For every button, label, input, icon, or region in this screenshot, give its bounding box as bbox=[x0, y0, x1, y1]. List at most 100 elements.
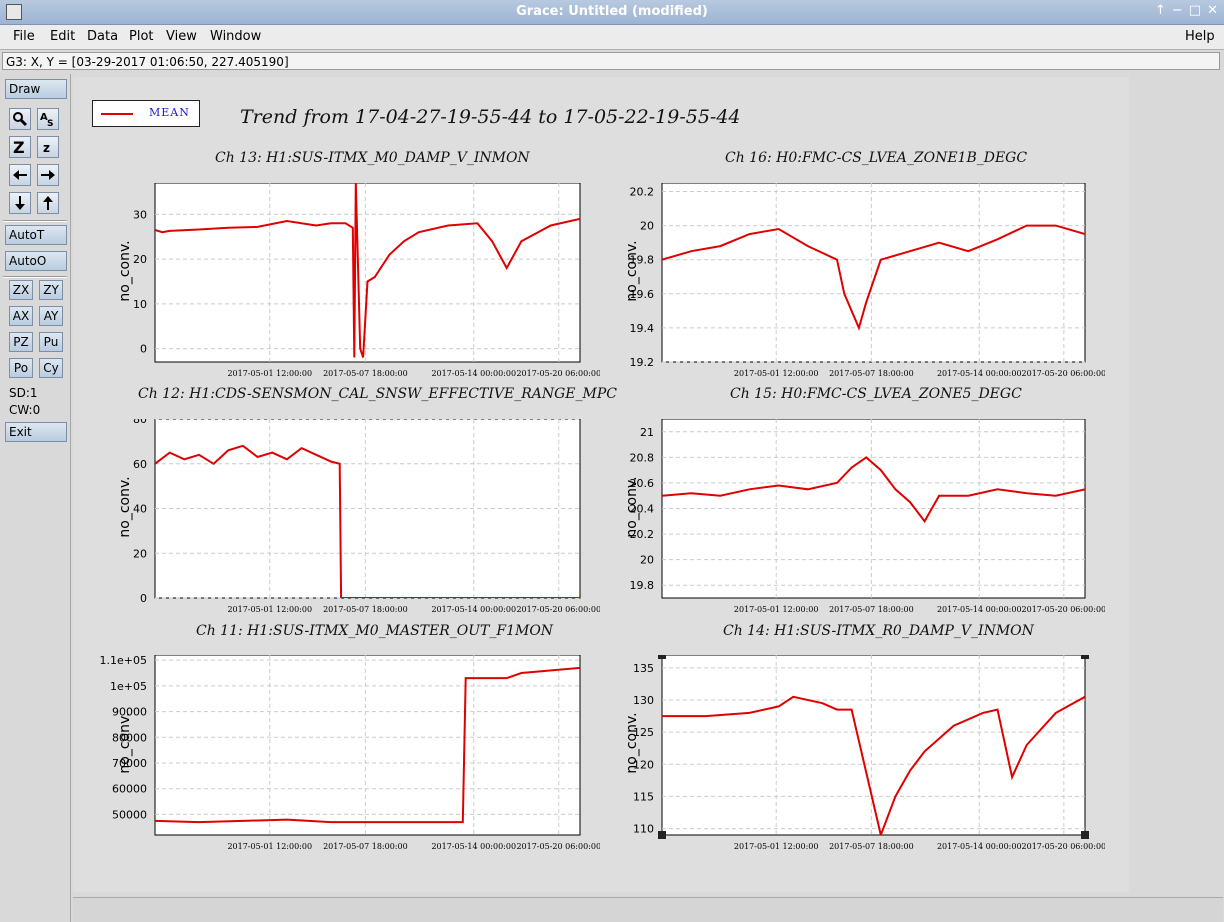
arrow-right-icon[interactable] bbox=[37, 164, 59, 186]
plot-title: Ch 13: H1:SUS-ITMX_M0_DAMP_V_INMON bbox=[215, 150, 530, 166]
autoscale-text-icon[interactable]: AS bbox=[37, 108, 59, 130]
window-titlebar: Grace: Untitled (modified) ↑ − □ ✕ bbox=[0, 0, 1224, 25]
x-tick-label: 2017-05-20 06:00:00 bbox=[516, 605, 600, 614]
x-tick-label: 2017-05-20 06:00:00 bbox=[516, 369, 600, 378]
pz-button[interactable]: PZ bbox=[9, 332, 33, 352]
plot-frame bbox=[154, 655, 581, 836]
x-tick-label: 2017-05-20 06:00:00 bbox=[1022, 605, 1105, 614]
locator-bar: G3: X, Y = [03-29-2017 01:06:50, 227.405… bbox=[2, 52, 1220, 70]
x-tick-label: 2017-05-01 12:00:00 bbox=[734, 842, 819, 851]
legend-line-swatch bbox=[101, 113, 133, 115]
ax-button[interactable]: AX bbox=[9, 306, 33, 326]
po-button[interactable]: Po bbox=[9, 358, 33, 378]
arrow-up-icon[interactable] bbox=[37, 192, 59, 214]
plot-svg[interactable]: 19.8 20 20.2 20.4 20.6 20.8 21 2017-05-01 12:00… bbox=[602, 419, 1105, 620]
sd-label: SD:1 bbox=[9, 386, 38, 400]
y-tick-label: 80 bbox=[133, 419, 147, 426]
y-tick-label: 0 bbox=[140, 592, 147, 605]
window-close-icon[interactable]: ✕ bbox=[1207, 3, 1218, 18]
y-tick-label: 50000 bbox=[112, 808, 147, 821]
svg-text:S: S bbox=[47, 119, 53, 129]
svg-text:Z: Z bbox=[13, 138, 25, 157]
exit-button[interactable]: Exit bbox=[5, 422, 67, 442]
window-minimize-icon[interactable]: − bbox=[1172, 3, 1183, 18]
y-tick-label: 135 bbox=[633, 662, 654, 675]
menu-edit[interactable]: Edit bbox=[50, 29, 75, 44]
autoo-button[interactable]: AutoO bbox=[5, 251, 67, 271]
menu-help[interactable]: Help bbox=[1185, 29, 1215, 44]
y-tick-label: 20.8 bbox=[630, 451, 655, 464]
y-tick-label: 19.8 bbox=[630, 579, 655, 592]
legend-label: MEAN bbox=[149, 106, 190, 119]
y-tick-label: 70000 bbox=[112, 757, 147, 770]
y-tick-label: 1.1e+05 bbox=[100, 655, 147, 667]
zoom-magnifier-icon[interactable] bbox=[9, 108, 31, 130]
x-tick-label: 2017-05-07 18:00:00 bbox=[323, 605, 408, 614]
autot-button[interactable]: AutoT bbox=[5, 225, 67, 245]
menu-plot[interactable]: Plot bbox=[129, 29, 154, 44]
y-tick-label: 20.2 bbox=[630, 528, 655, 541]
y-tick-label: 40 bbox=[133, 503, 147, 516]
x-tick-label: 2017-05-20 06:00:00 bbox=[1022, 842, 1105, 851]
plot-svg[interactable]: 110 115 120 125 130 135 2017-05-01 12:00:00 201… bbox=[602, 655, 1105, 857]
menu-file[interactable]: File bbox=[13, 29, 35, 44]
x-tick-label: 2017-05-20 06:00:00 bbox=[516, 842, 600, 851]
x-tick-label: 2017-05-14 00:00:00 bbox=[431, 369, 516, 378]
zy-button[interactable]: ZY bbox=[39, 280, 63, 300]
svg-text:z: z bbox=[43, 141, 50, 155]
y-tick-label: 20 bbox=[640, 220, 654, 233]
plot-title: Ch 12: H1:CDS-SENSMON_CAL_SNSW_EFFECTIVE… bbox=[138, 386, 617, 402]
y-tick-label: 19.8 bbox=[630, 254, 655, 267]
zoom-out-icon[interactable]: z bbox=[37, 136, 59, 158]
y-tick-label: 125 bbox=[633, 726, 654, 739]
x-tick-label: 2017-05-07 18:00:00 bbox=[829, 842, 914, 851]
window-maximize-icon[interactable]: □ bbox=[1189, 3, 1201, 18]
plot-svg[interactable]: 0 10 20 30 2017-05-01 12:00:00 2017-05-07 18:… bbox=[95, 183, 600, 384]
plot-svg[interactable]: 0 20 40 60 80 2017-05-01 12:00:00 2017-05-07 1… bbox=[95, 419, 600, 620]
y-tick-label: 1e+05 bbox=[110, 680, 147, 693]
x-tick-label: 2017-05-14 00:00:00 bbox=[431, 605, 516, 614]
horizontal-scrollbar[interactable] bbox=[73, 897, 1223, 922]
menu-view[interactable]: View bbox=[166, 29, 197, 44]
y-tick-label: 19.6 bbox=[630, 288, 655, 301]
plot-title: Ch 15: H0:FMC-CS_LVEA_ZONE5_DEGC bbox=[730, 386, 1022, 402]
x-tick-label: 2017-05-14 00:00:00 bbox=[937, 842, 1022, 851]
pu-button[interactable]: Pu bbox=[39, 332, 63, 352]
selection-handle bbox=[1081, 831, 1089, 839]
x-tick-label: 2017-05-14 00:00:00 bbox=[431, 842, 516, 851]
y-tick-label: 19.2 bbox=[630, 356, 655, 369]
y-tick-label: 115 bbox=[633, 790, 654, 803]
x-tick-label: 2017-05-01 12:00:00 bbox=[227, 842, 312, 851]
y-tick-label: 90000 bbox=[112, 706, 147, 719]
x-tick-label: 2017-05-07 18:00:00 bbox=[323, 369, 408, 378]
y-tick-label: 130 bbox=[633, 694, 654, 707]
plot-svg[interactable]: 19.2 19.4 19.6 19.8 20 20.2 2017-05-01 12:00:0… bbox=[602, 183, 1105, 384]
x-tick-label: 2017-05-20 06:00:00 bbox=[1022, 369, 1105, 378]
zoom-in-icon[interactable]: Z bbox=[9, 136, 31, 158]
arrow-left-icon[interactable] bbox=[9, 164, 31, 186]
ay-button[interactable]: AY bbox=[39, 306, 63, 326]
y-tick-label: 120 bbox=[633, 758, 654, 771]
menu-window[interactable]: Window bbox=[210, 29, 261, 44]
window-shade-icon[interactable]: ↑ bbox=[1155, 3, 1166, 18]
y-tick-label: 80000 bbox=[112, 731, 147, 744]
plot-svg[interactable]: 50000 60000 70000 80000 90000 1e+05 1.1e+05 201… bbox=[95, 655, 600, 857]
plot-title: Ch 14: H1:SUS-ITMX_R0_DAMP_V_INMON bbox=[723, 623, 1034, 639]
y-tick-label: 19.4 bbox=[630, 322, 655, 335]
y-tick-label: 20.4 bbox=[630, 503, 655, 516]
y-tick-label: 60 bbox=[133, 458, 147, 471]
cy-button[interactable]: Cy bbox=[39, 358, 63, 378]
x-tick-label: 2017-05-01 12:00:00 bbox=[734, 369, 819, 378]
menu-data[interactable]: Data bbox=[87, 29, 118, 44]
main-title: Trend from 17-04-27-19-55-44 to 17-05-22… bbox=[240, 106, 741, 128]
y-tick-label: 0 bbox=[140, 343, 147, 356]
y-tick-label: 30 bbox=[133, 208, 147, 221]
zx-button[interactable]: ZX bbox=[9, 280, 33, 300]
y-tick-label: 20 bbox=[640, 554, 654, 567]
x-tick-label: 2017-05-14 00:00:00 bbox=[937, 605, 1022, 614]
x-tick-label: 2017-05-01 12:00:00 bbox=[734, 605, 819, 614]
y-tick-label: 20.6 bbox=[630, 477, 655, 490]
arrow-down-icon[interactable] bbox=[9, 192, 31, 214]
draw-button[interactable]: Draw bbox=[5, 79, 67, 99]
y-tick-label: 110 bbox=[633, 823, 654, 836]
